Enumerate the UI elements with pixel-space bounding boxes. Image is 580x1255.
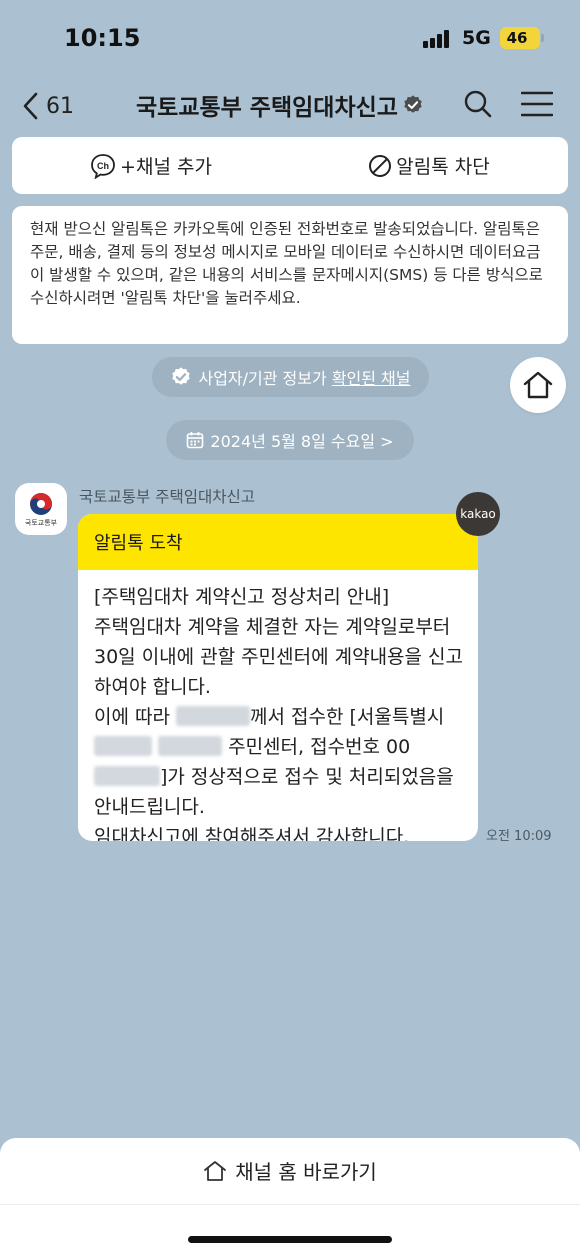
redacted-number bbox=[94, 765, 160, 786]
chevron-left-icon bbox=[23, 92, 38, 120]
date-pill[interactable]: 2024년 5월 8일 수요일 > bbox=[166, 420, 414, 460]
block-notification-button[interactable]: 알림톡 차단 bbox=[290, 137, 568, 194]
add-channel-label: +채널 추가 bbox=[120, 156, 212, 178]
block-icon bbox=[369, 154, 392, 177]
battery-tip bbox=[541, 34, 544, 42]
kakao-badge: kakao bbox=[456, 492, 500, 536]
home-icon bbox=[523, 371, 553, 399]
calendar-icon bbox=[187, 432, 204, 449]
verified-channel-pill[interactable]: 사업자/기관 정보가 확인된 채널 bbox=[152, 357, 429, 397]
home-indicator[interactable] bbox=[188, 1236, 392, 1243]
redacted-district bbox=[94, 735, 152, 756]
message-time: 오전 10:09 bbox=[486, 829, 552, 844]
channel-icon: Ch bbox=[91, 153, 115, 179]
government-logo-icon bbox=[30, 492, 52, 515]
channel-action-card: Ch +채널 추가 알림톡 차단 bbox=[12, 137, 568, 194]
notice-card: 현재 받으신 알림톡은 카카오톡에 인증된 전화번호로 발송되었습니다. 알림톡… bbox=[12, 206, 568, 344]
block-label: 알림톡 차단 bbox=[396, 156, 490, 178]
notice-text: 현재 받으신 알림톡은 카카오톡에 인증된 전화번호로 발송되었습니다. 알림톡… bbox=[30, 220, 543, 307]
message-bubble[interactable]: 알림톡 도착 [주택임대차 계약신고 정상처리 안내] 주택임대차 계약을 체결… bbox=[78, 514, 478, 841]
home-outline-icon bbox=[204, 1160, 227, 1181]
message-text-part: 주민센터, 접수번호 00 bbox=[222, 736, 411, 758]
channel-avatar[interactable]: 국토교통부 bbox=[15, 483, 67, 535]
message-body: [주택임대차 계약신고 정상처리 안내] 주택임대차 계약을 체결한 자는 계약… bbox=[78, 570, 478, 841]
nav-bar: 61 국토교통부 주택임대차신고 bbox=[0, 80, 580, 130]
verified-link[interactable]: 확인된 채널 bbox=[332, 365, 411, 389]
menu-icon[interactable] bbox=[521, 90, 553, 118]
search-icon[interactable] bbox=[462, 88, 494, 120]
network-label: 5G bbox=[462, 27, 491, 49]
back-count: 61 bbox=[46, 93, 74, 119]
status-time: 10:15 bbox=[64, 24, 141, 52]
verified-check-icon bbox=[172, 367, 191, 385]
message-text-part: 께서 접수한 [서울특별시 bbox=[250, 706, 451, 728]
channel-home-link[interactable]: 채널 홈 바로가기 bbox=[0, 1156, 580, 1185]
page-title: 국토교통부 주택임대차신고 bbox=[136, 95, 398, 121]
signal-icon bbox=[423, 30, 453, 48]
verified-prefix: 사업자/기관 정보가 bbox=[198, 369, 332, 388]
battery-icon: 46 bbox=[500, 27, 540, 49]
avatar-caption: 국토교통부 bbox=[24, 518, 58, 527]
redacted-street bbox=[158, 735, 223, 756]
channel-home-button[interactable] bbox=[510, 357, 566, 413]
bubble-header: 알림톡 도착 bbox=[78, 514, 478, 570]
channel-title-group[interactable]: 국토교통부 주택임대차신고 bbox=[136, 88, 424, 122]
status-bar: 10:15 5G 46 bbox=[0, 0, 580, 80]
home-link-label: 채널 홈 바로가기 bbox=[235, 1160, 377, 1184]
date-label: 2024년 5월 8일 수요일 > bbox=[210, 432, 394, 451]
battery-level: 46 bbox=[506, 29, 528, 47]
sender-name: 국토교통부 주택임대차신고 bbox=[79, 488, 256, 506]
divider bbox=[0, 1204, 580, 1205]
redacted-name bbox=[176, 705, 250, 726]
add-channel-button[interactable]: Ch +채널 추가 bbox=[12, 137, 290, 194]
back-button[interactable]: 61 bbox=[20, 86, 90, 126]
verified-badge-icon bbox=[404, 95, 422, 113]
svg-text:Ch: Ch bbox=[97, 161, 109, 171]
